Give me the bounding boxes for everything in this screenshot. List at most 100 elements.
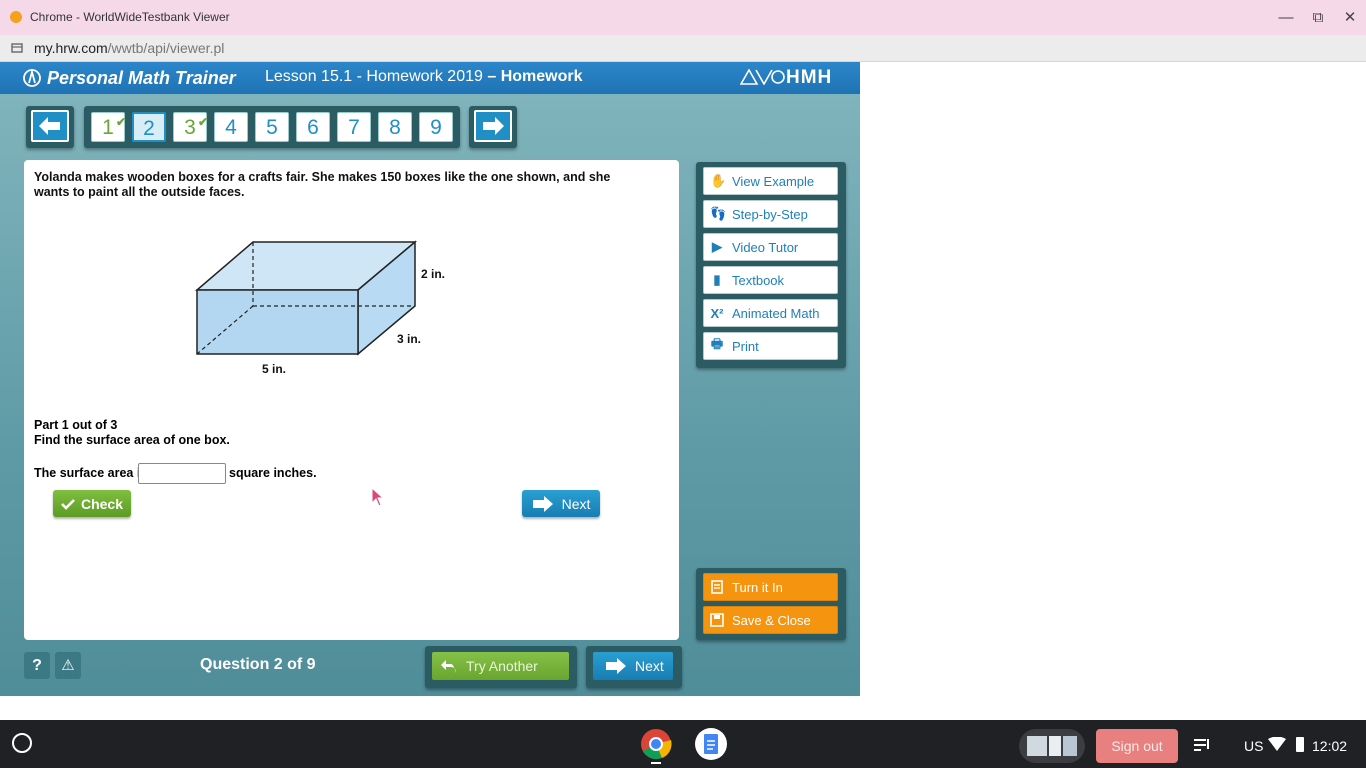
box-figure bbox=[194, 240, 418, 356]
sign-out-button[interactable]: Sign out bbox=[1096, 729, 1178, 763]
answer-prefix: The surface area is bbox=[34, 466, 148, 480]
question-number-4[interactable]: 4 bbox=[214, 112, 248, 142]
input-method[interactable]: US bbox=[1244, 738, 1263, 754]
question-number-label: 3 bbox=[184, 116, 196, 139]
question-number-5[interactable]: 5 bbox=[255, 112, 289, 142]
question-number-label: 6 bbox=[307, 116, 319, 139]
help-textbook-button[interactable]: ▮ Textbook bbox=[703, 266, 838, 294]
width-label: 5 in. bbox=[262, 362, 287, 376]
help-animated-math-button[interactable]: X² Animated Math bbox=[703, 299, 838, 327]
help-button[interactable]: ? bbox=[24, 652, 50, 679]
check-button-label: Check bbox=[80, 495, 124, 512]
x-squared-icon: X² bbox=[710, 305, 724, 321]
help-print-button[interactable]: 🖶 Print bbox=[703, 332, 838, 360]
completed-check-icon: ✔ bbox=[115, 115, 126, 129]
question-text: Yolanda makes wooden boxes for a crafts … bbox=[34, 170, 611, 199]
clock[interactable]: 12:02 bbox=[1312, 738, 1347, 754]
battery-icon[interactable] bbox=[1296, 737, 1304, 752]
docs-icon[interactable] bbox=[695, 728, 727, 760]
restore-button[interactable]: ⧉ bbox=[1307, 7, 1329, 29]
window-title: Chrome - WorldWideTestbank Viewer bbox=[30, 10, 230, 24]
prev-question-button[interactable] bbox=[31, 110, 69, 142]
help-item-label: View Example bbox=[732, 173, 815, 189]
hmh-brand-text: HMH bbox=[786, 67, 833, 88]
minimize-button[interactable]: — bbox=[1275, 7, 1297, 29]
pmt-logo-icon bbox=[23, 68, 41, 87]
answer-suffix: square inches. bbox=[229, 466, 317, 480]
question-number-1[interactable]: 1 ✔ bbox=[91, 112, 126, 142]
part-prompt: Find the surface area of one box. bbox=[34, 433, 230, 447]
windows-preview-icon bbox=[1027, 736, 1077, 756]
completed-check-icon: ✔ bbox=[197, 115, 208, 129]
lesson-title: Lesson 15.1 - Homework 2019 – Homework bbox=[265, 68, 583, 86]
url-host: my.hrw.com bbox=[34, 40, 108, 56]
playlist-icon[interactable] bbox=[1192, 733, 1212, 757]
question-number-2[interactable]: 2 bbox=[132, 112, 166, 142]
question-number-label: 4 bbox=[225, 116, 237, 139]
undo-arrow-icon bbox=[441, 660, 456, 673]
url-text[interactable]: my.hrw.com/wwtb/api/viewer.pl bbox=[34, 40, 224, 56]
next-part-button[interactable]: Next bbox=[522, 490, 600, 517]
question-number-label: 5 bbox=[266, 116, 278, 139]
url-path: /wwtb/api/viewer.pl bbox=[107, 40, 225, 56]
window-status-dot bbox=[10, 11, 22, 23]
question-number-label: 8 bbox=[389, 116, 401, 139]
printer-icon: 🖶 bbox=[710, 336, 724, 351]
question-number-8[interactable]: 8 bbox=[378, 112, 412, 142]
save-close-button[interactable]: Save & Close bbox=[703, 606, 838, 634]
check-button[interactable]: Check bbox=[53, 490, 131, 517]
help-view-example-button[interactable]: ✋ View Example bbox=[703, 167, 838, 195]
checkmark-icon bbox=[61, 498, 75, 510]
try-another-label: Try Another bbox=[466, 658, 538, 674]
footprint-icon: 👣 bbox=[710, 206, 727, 221]
mouse-cursor-icon bbox=[371, 487, 385, 507]
question-number-9[interactable]: 9 bbox=[419, 112, 453, 142]
page-info-icon[interactable] bbox=[10, 41, 24, 55]
save-icon bbox=[710, 613, 724, 627]
chrome-icon[interactable] bbox=[640, 728, 672, 760]
help-item-label: Print bbox=[732, 338, 759, 354]
help-item-label: Textbook bbox=[732, 272, 785, 288]
try-another-button[interactable]: Try Another bbox=[432, 652, 569, 680]
help-item-label: Video Tutor bbox=[732, 239, 799, 255]
next-footer-button[interactable]: Next bbox=[593, 652, 673, 680]
help-item-label: Step-by-Step bbox=[732, 206, 808, 222]
close-button[interactable]: ✕ bbox=[1339, 7, 1361, 29]
arrow-right-icon bbox=[606, 658, 626, 674]
window-switcher[interactable] bbox=[1019, 729, 1085, 763]
hand-icon: ✋ bbox=[710, 173, 727, 188]
question-number-label: 9 bbox=[430, 116, 442, 139]
question-number-label: 7 bbox=[348, 116, 360, 139]
next-question-button[interactable] bbox=[474, 110, 512, 142]
question-number-3[interactable]: 3 ✔ bbox=[173, 112, 208, 142]
question-number-6[interactable]: 6 bbox=[296, 112, 330, 142]
help-step-by-step-button[interactable]: 👣 Step-by-Step bbox=[703, 200, 838, 228]
book-icon: ▮ bbox=[713, 272, 721, 287]
hmh-mark-icon bbox=[739, 68, 785, 86]
question-number-7[interactable]: 7 bbox=[337, 112, 371, 142]
depth-label: 3 in. bbox=[397, 332, 422, 346]
height-label: 2 in. bbox=[421, 267, 446, 281]
lesson-suffix: – Homework bbox=[482, 68, 583, 85]
part-label: Part 1 out of 3 bbox=[34, 418, 118, 432]
turn-it-in-label: Turn it In bbox=[732, 579, 783, 595]
next-part-label: Next bbox=[561, 495, 591, 512]
turn-it-in-button[interactable]: Turn it In bbox=[703, 573, 838, 601]
lesson-name: Lesson 15.1 - Homework 2019 bbox=[265, 68, 483, 85]
help-video-tutor-button[interactable]: ▶ Video Tutor bbox=[703, 233, 838, 261]
arrow-right-icon bbox=[483, 117, 504, 135]
next-footer-label: Next bbox=[635, 658, 664, 674]
arrow-left-icon bbox=[39, 117, 60, 135]
report-problem-button[interactable]: ⚠ bbox=[55, 652, 81, 679]
app-title: Personal Math Trainer bbox=[47, 68, 236, 88]
question-number-label: 1 bbox=[102, 116, 114, 139]
question-number-label: 2 bbox=[143, 117, 155, 140]
arrow-right-icon bbox=[532, 495, 553, 512]
wifi-icon[interactable] bbox=[1268, 737, 1286, 751]
surface-area-input[interactable] bbox=[138, 463, 226, 484]
hmh-logo: HMH bbox=[739, 67, 833, 89]
docs-glyph-icon bbox=[704, 734, 718, 754]
question-counter: Question 2 of 9 bbox=[200, 656, 316, 673]
launcher-icon[interactable] bbox=[12, 733, 32, 753]
save-close-label: Save & Close bbox=[732, 612, 811, 628]
